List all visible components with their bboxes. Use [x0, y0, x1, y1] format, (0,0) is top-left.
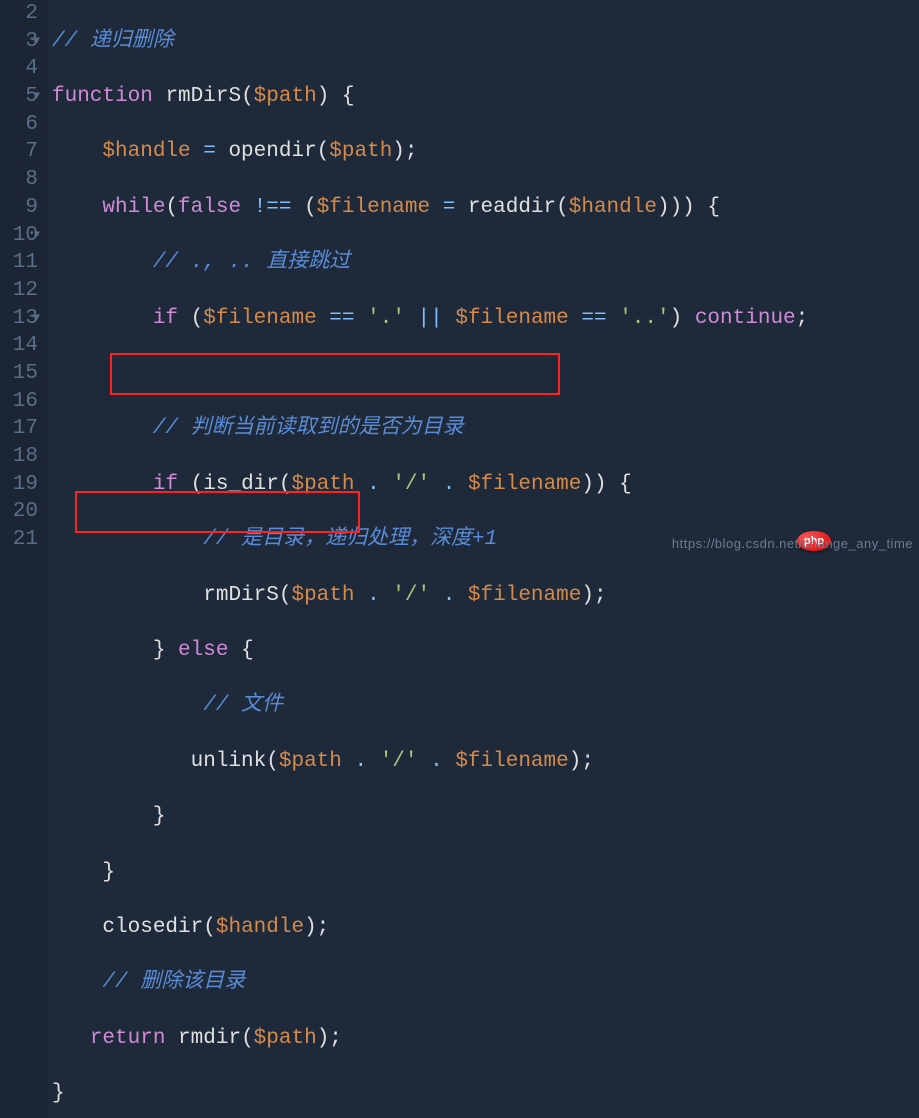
- code-line[interactable]: // 文件: [52, 692, 919, 720]
- fold-icon[interactable]: ▼: [34, 305, 40, 333]
- code-line[interactable]: return rmdir($path);: [52, 1025, 919, 1053]
- fold-icon[interactable]: ▼: [34, 222, 40, 250]
- code-line[interactable]: closedir($handle);: [52, 914, 919, 942]
- line-number: 4: [25, 57, 38, 80]
- code-line[interactable]: // 递归删除: [52, 28, 919, 56]
- code-line[interactable]: while(false !== ($filename = readdir($ha…: [52, 194, 919, 222]
- line-number: 8: [25, 168, 38, 191]
- code-line[interactable]: if ($filename == '.' || $filename == '..…: [52, 305, 919, 333]
- line-number: 7: [25, 140, 38, 163]
- line-number: 16: [13, 390, 38, 413]
- code-line[interactable]: // 判断当前读取到的是否为目录: [52, 415, 919, 443]
- line-number: 2: [25, 2, 38, 25]
- line-number: 17: [13, 417, 38, 440]
- code-editor[interactable]: 2 3▼ 4 5▼ 6 7 8 9 10▼ 11 12 13▼ 14 15 16…: [0, 0, 919, 1118]
- line-number: 12: [13, 279, 38, 302]
- code-line[interactable]: $handle = opendir($path);: [52, 138, 919, 166]
- code-line[interactable]: [52, 360, 919, 388]
- line-number: 6: [25, 113, 38, 136]
- line-number: 19: [13, 473, 38, 496]
- code-line[interactable]: // ., .. 直接跳过: [52, 249, 919, 277]
- watermark-text: https://blog.csdn.net/change_any_time: [672, 536, 913, 551]
- line-number: 21: [13, 528, 38, 551]
- code-line[interactable]: }: [52, 859, 919, 887]
- line-number: 9: [25, 196, 38, 219]
- code-line[interactable]: }: [52, 1080, 919, 1108]
- line-number: 18: [13, 445, 38, 468]
- line-number: 20: [13, 500, 38, 523]
- code-area[interactable]: // 递归删除 function rmDirS($path) { $handle…: [48, 0, 919, 1118]
- code-line[interactable]: if (is_dir($path . '/' . $filename)) {: [52, 471, 919, 499]
- code-line[interactable]: } else {: [52, 637, 919, 665]
- line-gutter: 2 3▼ 4 5▼ 6 7 8 9 10▼ 11 12 13▼ 14 15 16…: [0, 0, 48, 1118]
- fold-icon[interactable]: ▼: [34, 83, 40, 111]
- fold-icon[interactable]: ▼: [34, 28, 40, 56]
- code-line[interactable]: rmDirS($path . '/' . $filename);: [52, 582, 919, 610]
- line-number: 14: [13, 334, 38, 357]
- code-line[interactable]: unlink($path . '/' . $filename);: [52, 748, 919, 776]
- code-line[interactable]: }: [52, 803, 919, 831]
- line-number: 11: [13, 251, 38, 274]
- code-line[interactable]: // 删除该目录: [52, 969, 919, 997]
- line-number: 15: [13, 362, 38, 385]
- code-line[interactable]: function rmDirS($path) {: [52, 83, 919, 111]
